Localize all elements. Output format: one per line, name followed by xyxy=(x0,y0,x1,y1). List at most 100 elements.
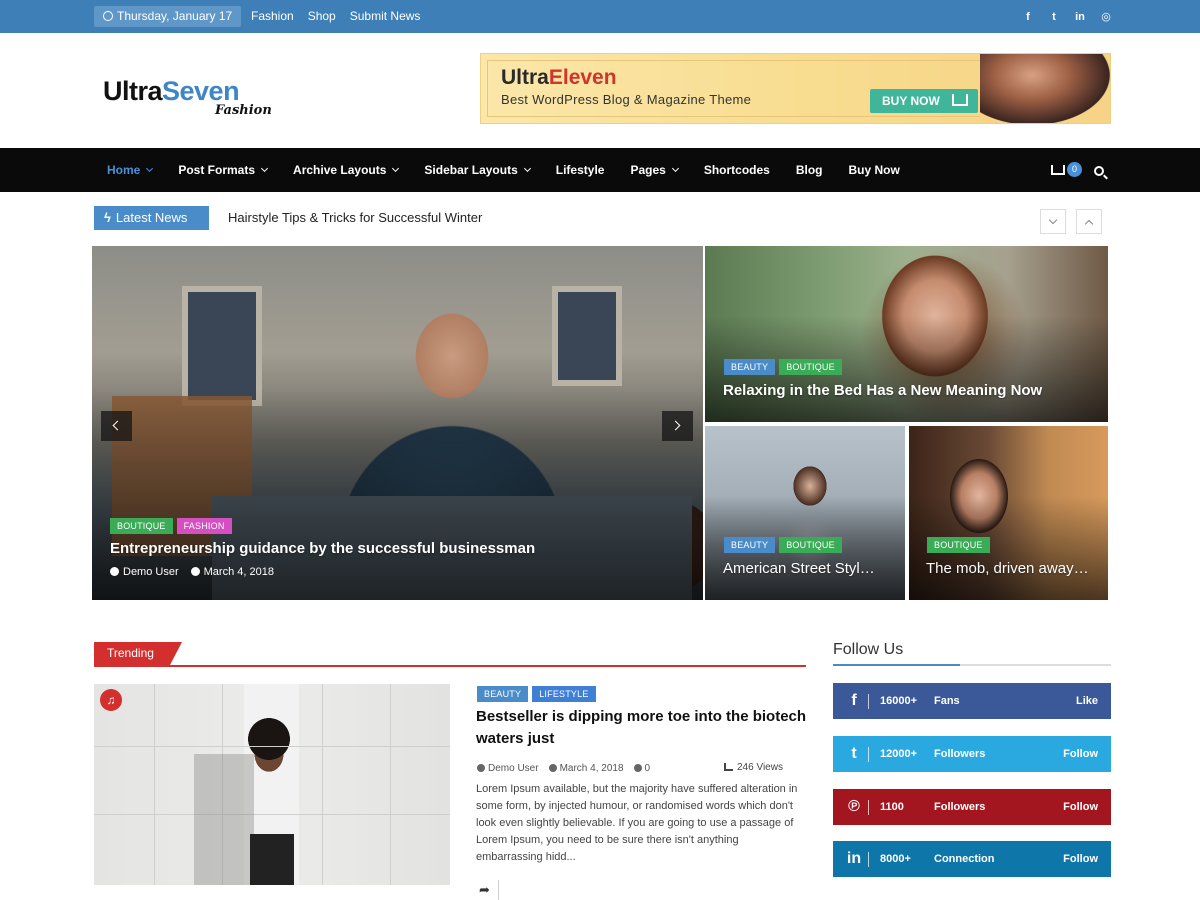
shopping-cart-icon[interactable] xyxy=(1051,165,1065,175)
bar-chart-icon xyxy=(724,763,733,771)
nav-item-blog[interactable]: Blog xyxy=(796,148,823,192)
nav-label: Pages xyxy=(630,163,666,177)
wall-line xyxy=(94,814,450,815)
social-action: Follow xyxy=(1063,748,1098,760)
wall-line xyxy=(94,746,450,747)
person-figure xyxy=(250,834,294,885)
logo-text-ultra: Ultra xyxy=(103,76,163,106)
nav-item-lifestyle[interactable]: Lifestyle xyxy=(556,148,605,192)
main-navigation: Home Post Formats Archive Layouts Sideba… xyxy=(0,148,1200,192)
nav-label: Archive Layouts xyxy=(293,163,387,177)
category-tags: BEAUTY BOUTIQUE xyxy=(724,359,842,375)
trending-post-excerpt: Lorem Ipsum available, but the majority … xyxy=(476,783,798,863)
hero-small-1-title[interactable]: American Street Styl… xyxy=(723,560,893,577)
hero-meta: Demo User March 4, 2018 xyxy=(110,566,274,578)
linkedin-icon[interactable]: in xyxy=(1074,11,1086,23)
views-text: 246 Views xyxy=(737,762,783,773)
top-link-fashion[interactable]: Fashion xyxy=(251,0,294,33)
header-ad-banner[interactable]: UltraEleven Best WordPress Blog & Magazi… xyxy=(480,53,1111,124)
clock-icon xyxy=(190,567,200,576)
social-linkedin-button[interactable]: in 8000+ Connection Follow xyxy=(833,841,1111,877)
ad-buy-now-label: BUY NOW xyxy=(882,94,940,108)
ad-model-image xyxy=(980,54,1110,123)
chevron-down-icon xyxy=(1048,215,1058,225)
twitter-icon[interactable]: t xyxy=(1048,11,1060,23)
facebook-icon[interactable]: f xyxy=(1022,11,1034,23)
social-label: Connection xyxy=(934,853,995,865)
hero-right-top-title[interactable]: Relaxing in the Bed Has a New Meaning No… xyxy=(723,382,1098,399)
nav-item-archive-layouts[interactable]: Archive Layouts xyxy=(293,148,400,192)
nav-item-shortcodes[interactable]: Shortcodes xyxy=(704,148,770,192)
trending-post-image[interactable] xyxy=(94,684,450,885)
twitter-icon: t xyxy=(851,745,857,762)
hero-small-2-title[interactable]: The mob, driven away… xyxy=(926,560,1096,577)
author-meta[interactable]: Demo User xyxy=(110,566,179,578)
trending-post-meta: Demo User March 4, 2018 0 xyxy=(477,763,650,774)
ad-buy-now-button[interactable]: BUY NOW xyxy=(870,89,978,113)
bolt-icon: ϟ xyxy=(104,210,111,225)
clock-icon xyxy=(548,764,557,772)
social-twitter-button[interactable]: t 12000+ Followers Follow xyxy=(833,736,1111,772)
nav-item-sidebar-layouts[interactable]: Sidebar Layouts xyxy=(424,148,531,192)
ticker-headline[interactable]: Hairstyle Tips & Tricks for Successful W… xyxy=(228,206,482,230)
hero-main-slide[interactable]: BOUTIQUE FASHION Entrepreneurship guidan… xyxy=(92,246,703,600)
comments-meta[interactable]: 0 xyxy=(633,763,651,774)
nav-item-post-formats[interactable]: Post Formats xyxy=(178,148,269,192)
ad-title-part1: Ultra xyxy=(501,66,549,89)
ticker-prev-button[interactable] xyxy=(1076,209,1102,234)
divider xyxy=(868,800,869,815)
hero-small-post-2[interactable]: BOUTIQUE The mob, driven away… xyxy=(909,426,1108,600)
date-display: Thursday, January 17 xyxy=(94,6,242,27)
top-link-shop[interactable]: Shop xyxy=(308,0,336,33)
tag-beauty[interactable]: BEAUTY xyxy=(724,359,776,375)
social-label: Followers xyxy=(934,748,986,760)
slider-prev-button[interactable] xyxy=(101,411,132,441)
social-action: Like xyxy=(1075,695,1098,707)
social-pinterest-button[interactable]: ℗ 1100 Followers Follow xyxy=(833,789,1111,825)
author-meta[interactable]: Demo User xyxy=(477,763,539,774)
hero-small-post-1[interactable]: BEAUTY BOUTIQUE American Street Styl… xyxy=(705,426,905,600)
tag-beauty[interactable]: BEAUTY xyxy=(724,537,776,553)
tag-fashion[interactable]: FASHION xyxy=(176,518,232,534)
ad-subtitle: Best WordPress Blog & Magazine Theme xyxy=(501,92,752,107)
background-window xyxy=(552,286,622,386)
divider xyxy=(498,880,499,900)
clock-icon xyxy=(103,11,113,21)
hero-main-title[interactable]: Entrepreneurship guidance by the success… xyxy=(110,540,690,557)
date-meta: March 4, 2018 xyxy=(190,566,274,578)
tag-beauty[interactable]: BEAUTY xyxy=(477,686,529,702)
linkedin-icon: in xyxy=(846,850,862,867)
instagram-icon[interactable]: ◎ xyxy=(1100,10,1112,23)
share-icon[interactable]: ➦ xyxy=(479,882,490,898)
post-date: March 4, 2018 xyxy=(559,763,624,774)
category-tags: BOUTIQUE xyxy=(927,537,990,553)
tag-boutique[interactable]: BOUTIQUE xyxy=(927,537,990,553)
social-label: Fans xyxy=(934,695,960,707)
top-social-links: f t in ◎ xyxy=(1022,0,1112,33)
social-facebook-button[interactable]: f 16000+ Fans Like xyxy=(833,683,1111,719)
social-action: Follow xyxy=(1063,853,1098,865)
tag-boutique[interactable]: BOUTIQUE xyxy=(779,359,842,375)
tag-lifestyle[interactable]: LIFESTYLE xyxy=(532,686,596,702)
tag-boutique[interactable]: BOUTIQUE xyxy=(110,518,173,534)
tag-boutique[interactable]: BOUTIQUE xyxy=(779,537,842,553)
logo-tagline: Fashion xyxy=(215,103,272,118)
logo-text-seven: Seven xyxy=(162,76,240,106)
latest-news-label: Latest News xyxy=(115,210,188,225)
slider-next-button[interactable] xyxy=(662,411,693,441)
hero-right-top-post[interactable]: BEAUTY BOUTIQUE Relaxing in the Bed Has … xyxy=(705,246,1108,422)
category-tags: BOUTIQUE FASHION xyxy=(110,518,232,534)
comment-count: 0 xyxy=(644,763,651,774)
trending-post-title[interactable]: Bestseller is dipping more toe into the … xyxy=(476,706,816,750)
site-logo[interactable]: UltraSeven Fashion xyxy=(103,76,272,118)
top-link-submit-news[interactable]: Submit News xyxy=(350,0,421,33)
follow-us-title: Follow Us xyxy=(833,641,904,658)
ticker-next-button[interactable] xyxy=(1040,209,1066,234)
search-icon[interactable] xyxy=(1094,166,1104,176)
wall-line xyxy=(390,684,391,885)
nav-item-buy-now[interactable]: Buy Now xyxy=(849,148,900,192)
divider xyxy=(868,694,869,709)
user-icon xyxy=(110,567,119,576)
nav-item-home[interactable]: Home xyxy=(107,148,154,192)
nav-item-pages[interactable]: Pages xyxy=(630,148,679,192)
